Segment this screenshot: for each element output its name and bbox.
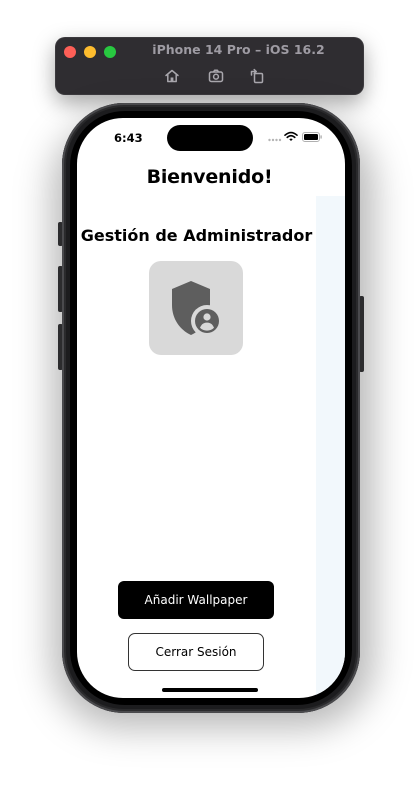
rotate-icon[interactable] xyxy=(248,67,266,85)
simulator-title: iPhone 14 Pro – iOS 16.2 xyxy=(152,42,325,57)
screenshot-icon[interactable] xyxy=(207,67,225,85)
cellular-signal-icon xyxy=(268,138,282,142)
minimize-window-button[interactable] xyxy=(84,46,96,58)
logout-button[interactable]: Cerrar Sesión xyxy=(128,633,264,671)
add-wallpaper-button[interactable]: Añadir Wallpaper xyxy=(118,581,274,619)
battery-icon xyxy=(302,132,322,142)
welcome-heading: Bienvenido! xyxy=(146,166,273,188)
admin-shield-person-icon xyxy=(172,281,223,337)
dynamic-island xyxy=(167,125,253,151)
close-window-button[interactable] xyxy=(64,46,76,58)
home-icon[interactable] xyxy=(163,67,181,85)
status-time: 6:43 xyxy=(114,131,143,145)
side-panel xyxy=(316,196,345,698)
admin-management-tile[interactable] xyxy=(149,261,243,355)
admin-section-title: Gestión de Administrador xyxy=(80,226,313,245)
simulator-toolbar: iPhone 14 Pro – iOS 16.2 xyxy=(55,37,364,95)
phone-screen: 6:43 Bienvenido! Gestión de Administrado… xyxy=(77,118,345,698)
zoom-window-button[interactable] xyxy=(104,46,116,58)
home-indicator[interactable] xyxy=(162,688,258,692)
wifi-icon xyxy=(284,131,298,142)
phone-frame: 6:43 Bienvenido! Gestión de Administrado… xyxy=(62,103,360,713)
phone-bezel: 6:43 Bienvenido! Gestión de Administrado… xyxy=(70,111,352,705)
